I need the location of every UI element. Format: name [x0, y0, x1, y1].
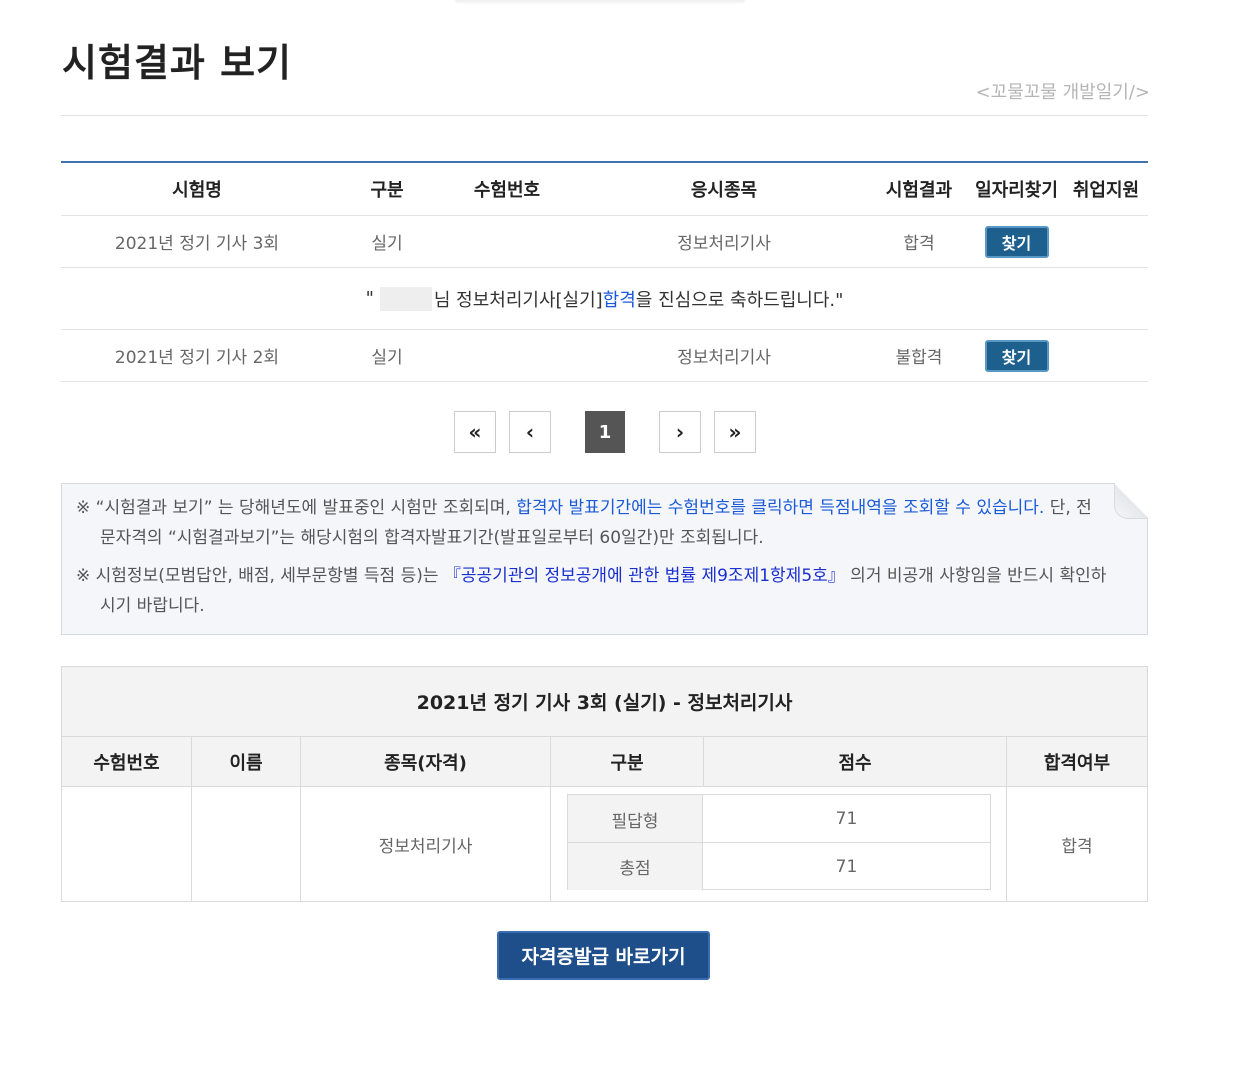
- col-job-search: 일자리찾기: [975, 180, 1058, 201]
- congrats-text-b: 을 진심으로 축하드립니다.": [635, 289, 844, 311]
- notice-line-1: ※ “시험결과 보기” 는 당해년도에 발표중인 시험만 조회되며, 합격자 발…: [76, 493, 1107, 553]
- congrats-row: " 님 정보처리기사[실기] 합격 을 진심으로 축하드립니다.": [61, 268, 1148, 330]
- exam-name: 2021년 정기 기사 3회: [114, 234, 280, 254]
- watermark-text: <꼬물꼬물 개발일기/>: [975, 82, 1150, 103]
- law-link[interactable]: 『공공기관의 정보공개에 관한 법률 제9조제1항제5호』: [444, 566, 845, 586]
- detail-col-number: 수험번호: [62, 737, 192, 786]
- first-page-button[interactable]: «: [454, 411, 496, 453]
- col-employment-support: 취업지원: [1072, 180, 1140, 201]
- pagination: « ‹ 1 › »: [454, 411, 756, 453]
- detail-col-score: 점수: [704, 737, 1007, 786]
- col-exam-name: 시험명: [172, 180, 222, 201]
- find-job-button[interactable]: 찾기: [984, 225, 1049, 258]
- page-1-button[interactable]: 1: [585, 411, 625, 453]
- detail-name: [192, 787, 301, 901]
- score-detail-table: 2021년 정기 기사 3회 (실기) - 정보처리기사 수험번호 이름 종목(…: [61, 666, 1148, 902]
- detail-body-row: 정보처리기사 합격 필답형 71 총점 71: [62, 787, 1147, 901]
- score-row: 필답형 71: [568, 795, 990, 843]
- exam-type: 실기: [371, 234, 403, 254]
- certificate-issue-button[interactable]: 자격증발급 바로가기: [497, 931, 710, 980]
- notice-line-2: ※ 시험정보(모범답안, 배점, 세부문항별 득점 등)는 『공공기관의 정보공…: [76, 561, 1107, 621]
- find-job-button[interactable]: 찾기: [984, 339, 1049, 372]
- exam-subject: 정보처리기사: [677, 348, 771, 368]
- detail-col-subject: 종목(자격): [301, 737, 551, 786]
- col-exam-number: 수험번호: [473, 180, 541, 201]
- detail-col-pass: 합격여부: [1043, 752, 1111, 774]
- detail-heading: 2021년 정기 기사 3회 (실기) - 정보처리기사: [62, 667, 1147, 737]
- next-page-button[interactable]: ›: [659, 411, 701, 453]
- results-header-row: 시험명 구분 수험번호 응시종목 시험결과 일자리찾기 취업지원: [61, 163, 1148, 216]
- notice-text: ※ 시험정보(모범답안, 배점, 세부문항별 득점 등)는: [76, 566, 444, 586]
- last-page-button[interactable]: »: [714, 411, 756, 453]
- congrats-highlight: 합격: [602, 289, 636, 311]
- score-value: 71: [835, 809, 858, 829]
- notice-box: ※ “시험결과 보기” 는 당해년도에 발표중인 시험만 조회되며, 합격자 발…: [61, 483, 1148, 635]
- title-divider: [61, 115, 1148, 116]
- detail-subject: 정보처리기사: [301, 787, 551, 901]
- job-search-cell: 찾기: [969, 216, 1064, 267]
- exam-name: 2021년 정기 기사 2회: [114, 348, 280, 368]
- exam-number[interactable]: [441, 216, 573, 267]
- prev-page-button[interactable]: ‹: [509, 411, 551, 453]
- notice-highlight-text: 합격자 발표기간에는 수험번호를 클릭하면 득점내역을 조회할 수 있습니다.: [516, 498, 1045, 518]
- exam-result: 합격: [903, 234, 935, 254]
- top-decoration: [455, 0, 745, 5]
- exam-result: 불합격: [895, 348, 943, 368]
- congrats-message: " 님 정보처리기사[실기] 합격 을 진심으로 축하드립니다.": [61, 268, 1148, 329]
- masked-name: [379, 286, 432, 311]
- score-row: 총점 71: [568, 842, 990, 890]
- detail-pass-status: 합격: [1061, 836, 1093, 857]
- col-subject: 응시종목: [690, 180, 758, 201]
- score-label: 총점: [568, 843, 703, 890]
- table-row: 2021년 정기 기사 2회 실기 정보처리기사 불합격 찾기: [61, 330, 1148, 382]
- results-table: 시험명 구분 수험번호 응시종목 시험결과 일자리찾기 취업지원 2021년 정…: [61, 161, 1148, 382]
- detail-col-name: 이름: [192, 737, 301, 786]
- table-row: 2021년 정기 기사 3회 실기 정보처리기사 합격 찾기: [61, 216, 1148, 268]
- detail-header-row: 수험번호 이름 종목(자격) 구분 점수 합격여부: [62, 737, 1147, 787]
- notice-text: ※ “시험결과 보기” 는 당해년도에 발표중인 시험만 조회되며,: [76, 498, 517, 518]
- exam-number[interactable]: [441, 330, 573, 381]
- col-result: 시험결과: [885, 180, 953, 201]
- job-search-cell: 찾기: [969, 330, 1064, 381]
- score-value: 71: [835, 856, 858, 877]
- page-title: 시험결과 보기: [62, 41, 292, 85]
- page-curl-decoration: [1114, 483, 1148, 519]
- congrats-text-a: 님 정보처리기사[실기]: [433, 289, 603, 311]
- exam-subject: 정보처리기사: [677, 234, 771, 254]
- congrats-quote: ": [365, 288, 374, 309]
- score-label: 필답형: [568, 795, 703, 843]
- exam-type: 실기: [371, 348, 403, 368]
- score-breakdown: 필답형 71 총점 71: [567, 794, 991, 890]
- col-type: 구분: [370, 180, 404, 201]
- detail-col-type: 구분: [551, 737, 704, 786]
- detail-number: [62, 787, 192, 901]
